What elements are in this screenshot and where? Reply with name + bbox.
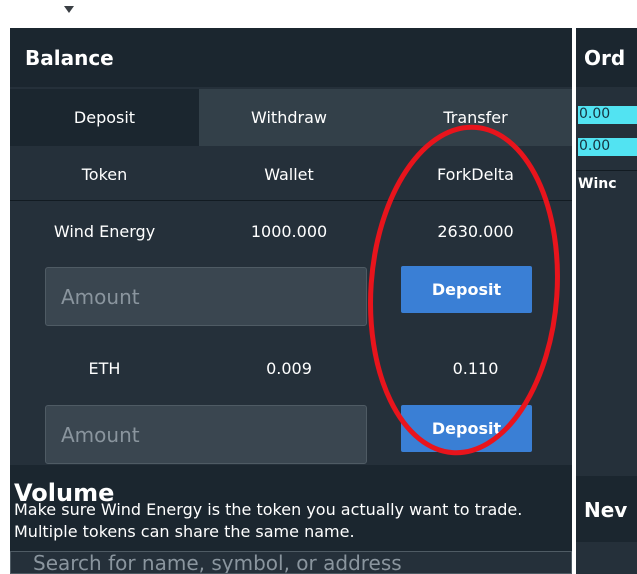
hint-token-link[interactable]: Wind Energy — [101, 500, 202, 519]
row-wallet-balance: 1000.000 — [250, 221, 328, 241]
orders-title: Ord — [584, 46, 626, 70]
token-search-input[interactable] — [10, 551, 572, 574]
tab-deposit[interactable]: Deposit — [10, 89, 199, 146]
row-eth-name: ETH — [88, 358, 121, 378]
token-deposit-button[interactable]: Deposit — [401, 266, 532, 313]
orders-panel: Ord 0.00 0.00 Winc Nev — [576, 28, 637, 574]
token-amount-input[interactable] — [45, 267, 367, 326]
order-value-1[interactable]: 0.00 — [578, 106, 637, 124]
tab-withdraw[interactable]: Withdraw — [199, 89, 379, 146]
hint-prefix: Make sure — [14, 500, 101, 519]
row-token-name: Wind Energy — [53, 221, 156, 241]
header-divider — [10, 200, 572, 201]
balance-header: Balance — [10, 28, 572, 87]
order-value-2[interactable]: 0.00 — [578, 138, 637, 156]
column-header-token: Token — [81, 164, 128, 184]
balance-title: Balance — [25, 46, 114, 70]
row-forkdelta-balance: 2630.000 — [437, 221, 514, 241]
orders-header: Ord — [576, 28, 637, 87]
row-eth-wallet-balance: 0.009 — [266, 358, 312, 378]
column-header-wallet: Wallet — [264, 164, 314, 184]
column-header-forkdelta: ForkDelta — [437, 164, 514, 184]
orders-column-label: Winc — [578, 176, 617, 192]
dropdown-caret-icon[interactable] — [64, 6, 74, 13]
eth-deposit-button[interactable]: Deposit — [401, 405, 532, 452]
tab-transfer[interactable]: Transfer — [379, 89, 572, 146]
orders-divider — [576, 170, 637, 171]
token-name-hint: Make sure Wind Energy is the token you a… — [14, 499, 562, 543]
news-title: Nev — [584, 498, 628, 522]
balance-panel: Balance Deposit Withdraw Transfer Token … — [10, 28, 572, 574]
eth-amount-input[interactable] — [45, 405, 367, 464]
row-eth-forkdelta-balance: 0.110 — [452, 358, 499, 378]
volume-section: Volume Make sure Wind Energy is the toke… — [10, 465, 572, 574]
